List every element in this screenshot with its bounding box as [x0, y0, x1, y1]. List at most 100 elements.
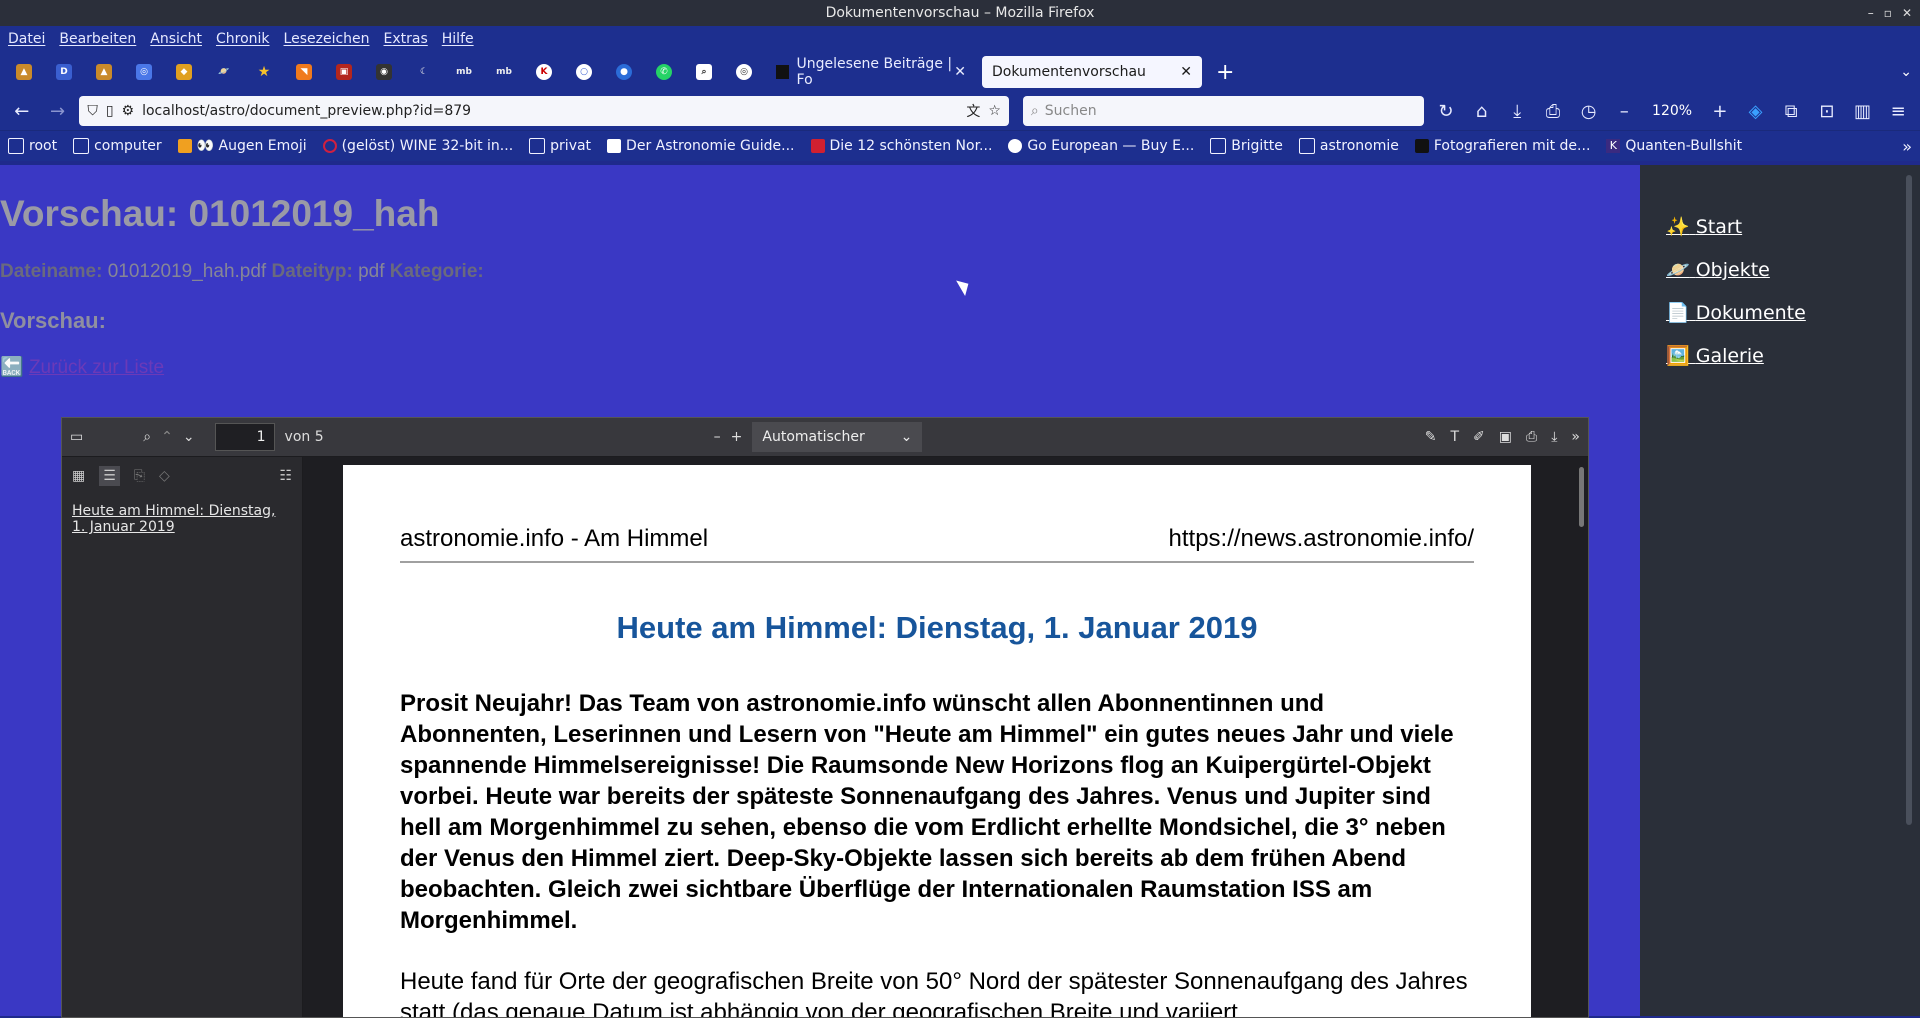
current-outline-icon[interactable]: ☷ [279, 468, 292, 484]
zoom-out-icon[interactable]: – [714, 429, 721, 445]
pinned-site-icon[interactable]: ● [608, 58, 640, 86]
bookmark-item[interactable]: Die 12 schönsten Nor... [810, 138, 992, 154]
hamburger-menu-icon[interactable]: ≡ [1884, 97, 1912, 125]
reload-icon[interactable]: ↻ [1432, 97, 1460, 125]
search-placeholder: Suchen [1044, 103, 1097, 119]
print-icon[interactable]: ⎙ [1526, 429, 1537, 445]
address-bar[interactable]: ⛉ ▯ ⚙ localhost/astro/document_preview.p… [79, 96, 1009, 126]
bookmark-item[interactable]: (gelöst) WINE 32-bit in... [322, 138, 513, 154]
url-text[interactable]: localhost/astro/document_preview.php?id=… [142, 103, 958, 119]
minimize-icon[interactable]: – [1868, 0, 1874, 26]
menu-chronik[interactable]: Chronik [216, 31, 270, 47]
pinned-site-icon[interactable]: ▲ [8, 58, 40, 86]
pinned-site-icon[interactable]: mb [488, 58, 520, 86]
moon-icon[interactable]: ☾ [408, 58, 440, 86]
bookmark-item[interactable]: K Quanten-Bullshit [1606, 138, 1742, 154]
bookmark-star-icon[interactable]: ☆ [988, 103, 1001, 119]
close-icon[interactable]: ✕ [1902, 0, 1912, 26]
extensions-icon[interactable]: ⧉ [1777, 97, 1805, 125]
text-annotation-icon[interactable]: T [1450, 429, 1459, 445]
chevron-more-icon[interactable]: » [1902, 137, 1912, 156]
tools-menu-icon[interactable]: » [1571, 429, 1580, 445]
nav-start-link[interactable]: ✨ Start [1666, 215, 1920, 238]
list-tabs-icon[interactable]: ⌄ [1900, 64, 1912, 80]
zoom-in-icon[interactable]: + [731, 429, 743, 445]
page-number-input[interactable]: 1 [214, 423, 275, 451]
pinned-site-icon[interactable]: ▲ [88, 58, 120, 86]
previous-page-icon[interactable]: ⌃ [161, 429, 173, 445]
outline-item[interactable]: Heute am Himmel: Dienstag, 1. Januar 201… [72, 503, 292, 535]
site-info-icon[interactable]: ⚙ [122, 103, 135, 119]
home-icon[interactable]: ⌂ [1468, 97, 1496, 125]
pinned-site-icon[interactable]: ◉ [368, 58, 400, 86]
back-link[interactable]: Zurück zur Liste [29, 357, 164, 378]
nav-galerie-link[interactable]: 🖼️ Galerie [1666, 344, 1920, 367]
thumbnails-icon[interactable]: ▦ [72, 468, 85, 484]
bookmark-item[interactable]: Go European — Buy E... [1008, 138, 1194, 154]
pinned-site-icon[interactable]: 🪐 [208, 58, 240, 86]
screenshot-icon[interactable]: ⊡ [1813, 97, 1841, 125]
highlight-icon[interactable]: ✎ [1425, 429, 1437, 445]
pinned-site-icon[interactable]: K [528, 58, 560, 86]
pinned-site-icon[interactable]: ◆ [168, 58, 200, 86]
maximize-icon[interactable]: ▫ [1884, 0, 1892, 26]
bookmark-folder[interactable]: privat [529, 138, 591, 154]
pinned-site-icon[interactable]: D [48, 58, 80, 86]
toggle-sidebar-icon[interactable]: ▭ [70, 429, 83, 445]
bookmark-folder[interactable]: computer [73, 138, 162, 154]
menu-extras[interactable]: Extras [384, 31, 428, 47]
search-site-icon[interactable]: ⌕ [688, 58, 720, 86]
tab-dokumentenvorschau[interactable]: Dokumentenvorschau ✕ [982, 56, 1202, 88]
whatsapp-icon[interactable]: ✆ [648, 58, 680, 86]
pdf-scrollbar[interactable] [1579, 467, 1584, 527]
bookmark-item[interactable]: Fotografieren mit de... [1414, 138, 1590, 154]
zoom-in-icon[interactable]: + [1706, 97, 1734, 125]
next-page-icon[interactable]: ⌄ [183, 429, 195, 445]
back-to-list[interactable]: 🔙 Zurück zur Liste [0, 355, 164, 379]
close-tab-icon[interactable]: ✕ [1180, 64, 1192, 80]
bookmark-item[interactable]: Der Astronomie Guide... [607, 138, 795, 154]
pinned-site-icon[interactable]: ◎ [728, 58, 760, 86]
pinned-site-icon[interactable]: ○ [568, 58, 600, 86]
star-icon[interactable]: ★ [248, 58, 280, 86]
menu-datei[interactable]: Datei [8, 31, 45, 47]
rss-icon[interactable]: ◥ [288, 58, 320, 86]
forward-arrow-icon[interactable]: → [44, 97, 72, 125]
zoom-out-icon[interactable]: – [1610, 97, 1638, 125]
bookmark-folder[interactable]: astronomie [1298, 138, 1399, 154]
bookmark-folder[interactable]: Brigitte [1210, 138, 1283, 154]
zoom-level[interactable]: 120% [1646, 103, 1698, 119]
menu-hilfe[interactable]: Hilfe [442, 31, 474, 47]
find-icon[interactable]: ⌕ [143, 429, 151, 445]
page-scrollbar[interactable] [1906, 175, 1912, 825]
print-icon[interactable]: ⎙ [1539, 97, 1567, 125]
bookmark-folder[interactable]: root [8, 138, 57, 154]
sidebar-icon[interactable]: ▥ [1849, 97, 1877, 125]
tab-unread-posts[interactable]: Ungelesene Beiträge | Fo ✕ [766, 56, 976, 88]
menu-lesezeichen[interactable]: Lesezeichen [284, 31, 370, 47]
extension-icon[interactable]: ◈ [1742, 97, 1770, 125]
search-field[interactable]: ⌕ Suchen [1022, 96, 1425, 126]
menu-ansicht[interactable]: Ansicht [150, 31, 202, 47]
nav-dokumente-link[interactable]: 📄 Dokumente [1666, 301, 1920, 324]
back-arrow-icon[interactable]: ← [8, 97, 36, 125]
pinned-site-icon[interactable]: mb [448, 58, 480, 86]
pinned-site-icon[interactable]: ▣ [328, 58, 360, 86]
layers-icon[interactable]: ◇ [159, 468, 170, 484]
new-tab-button[interactable]: + [1216, 60, 1234, 85]
draw-icon[interactable]: ✐ [1473, 429, 1485, 445]
translate-icon[interactable]: 文 [966, 101, 980, 121]
bookmark-item[interactable]: 👀 Augen Emoji [177, 138, 307, 154]
shield-icon[interactable]: ⛉ [87, 103, 98, 119]
close-tab-icon[interactable]: ✕ [954, 64, 966, 80]
attachments-icon[interactable]: ⎘ [134, 468, 145, 484]
outline-icon[interactable]: ☰ [99, 466, 120, 486]
downloads-icon[interactable]: ⤓ [1503, 97, 1531, 125]
menu-bearbeiten[interactable]: Bearbeiten [59, 31, 136, 47]
image-icon[interactable]: ▣ [1499, 429, 1512, 445]
save-icon[interactable]: ⤓ [1551, 429, 1557, 445]
history-icon[interactable]: ◷ [1575, 97, 1603, 125]
zoom-select[interactable]: Automatischer Zoom ⌄ [752, 422, 923, 475]
pinned-site-icon[interactable]: ◎ [128, 58, 160, 86]
nav-objekte-link[interactable]: 🪐 Objekte [1666, 258, 1920, 281]
